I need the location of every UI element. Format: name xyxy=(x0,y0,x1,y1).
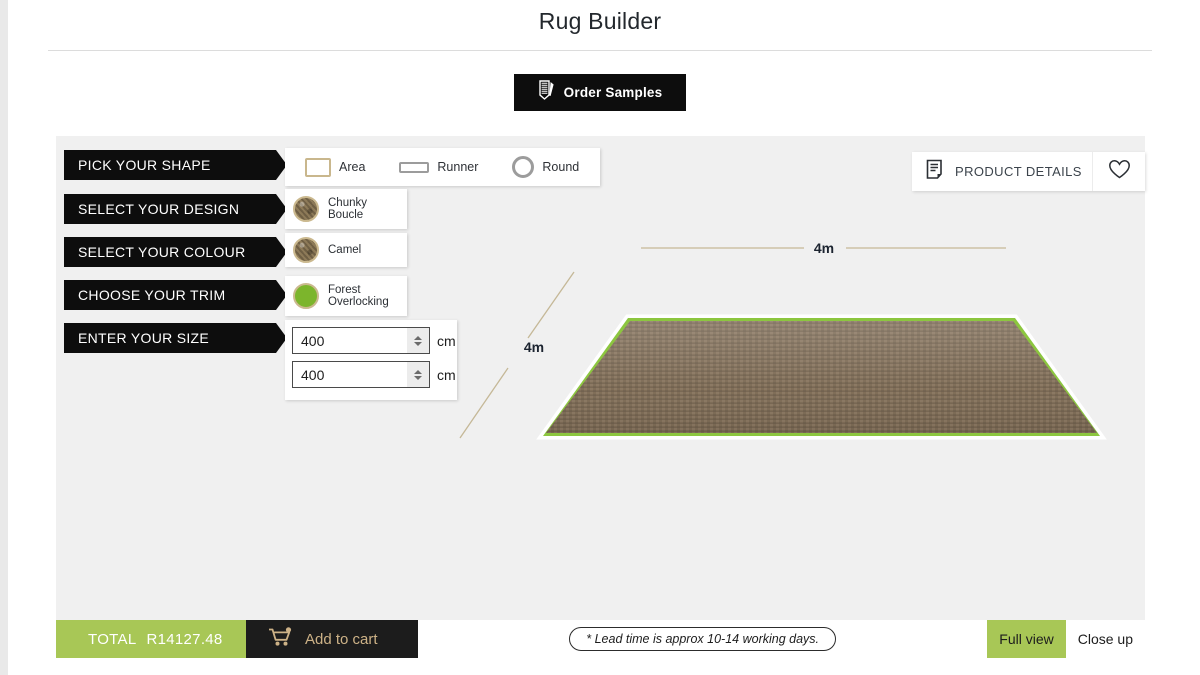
circle-icon xyxy=(512,156,535,178)
colour-swatch-label: Camel xyxy=(328,243,362,256)
product-details-label: PRODUCT DETAILS xyxy=(955,164,1082,179)
page-right-margin xyxy=(1162,0,1200,675)
step-label-size[interactable]: ENTER YOUR SIZE xyxy=(64,323,287,353)
width-input-row: 400 cm xyxy=(292,327,457,354)
order-samples-label: Order Samples xyxy=(563,85,663,100)
order-samples-button[interactable]: Order Samples xyxy=(514,74,686,111)
top-dimension-label: 4m xyxy=(814,240,834,256)
step-shape-text: PICK YOUR SHAPE xyxy=(78,157,211,173)
total-label: TOTAL xyxy=(88,630,137,648)
trim-line2: Overlocking xyxy=(328,296,389,308)
length-value: 400 xyxy=(301,366,325,383)
width-value: 400 xyxy=(301,332,325,349)
design-line2: Boucle xyxy=(328,209,364,221)
rectangle-icon xyxy=(305,157,331,177)
design-swatch-row[interactable]: Chunky Boucle xyxy=(285,189,407,229)
length-stepper[interactable] xyxy=(407,362,429,387)
step-size-text: ENTER YOUR SIZE xyxy=(78,330,210,346)
chevron-up-icon[interactable] xyxy=(414,369,422,374)
shape-runner-label: Runner xyxy=(437,160,479,174)
trim-swatch-label: Forest Overlocking xyxy=(328,284,389,309)
chevron-down-icon[interactable] xyxy=(414,375,422,380)
shape-selector-bar: Area Runner Round xyxy=(285,148,600,186)
footer-bar: TOTAL R14127.48 Add to cart * Lead time … xyxy=(56,620,1145,658)
step-label-design[interactable]: SELECT YOUR DESIGN xyxy=(64,194,287,224)
document-icon xyxy=(926,159,945,185)
product-details-group: PRODUCT DETAILS xyxy=(912,152,1145,191)
shape-round-label: Round xyxy=(542,160,580,174)
lead-time-wrap: * Lead time is approx 10-14 working days… xyxy=(418,620,987,658)
trim-line1: Forest xyxy=(328,283,361,296)
shape-option-round[interactable]: Round xyxy=(512,156,579,178)
shape-area-label: Area xyxy=(339,160,366,174)
header-divider xyxy=(48,50,1152,51)
heart-icon xyxy=(1108,159,1131,185)
design-swatch-icon xyxy=(293,196,319,222)
step-trim-text: CHOOSE YOUR TRIM xyxy=(78,287,226,303)
full-view-button[interactable]: Full view xyxy=(987,620,1066,658)
total-value: R14127.48 xyxy=(146,630,223,648)
design-swatch-label: Chunky Boucle xyxy=(328,197,367,222)
lead-time-note: * Lead time is approx 10-14 working days… xyxy=(569,627,837,651)
width-input[interactable]: 400 xyxy=(292,327,430,354)
step-colour-text: SELECT YOUR COLOUR xyxy=(78,244,246,260)
step-design-text: SELECT YOUR DESIGN xyxy=(78,201,240,217)
length-input-row: 400 cm xyxy=(292,361,457,388)
rug-sample-icon xyxy=(538,80,555,105)
rug-builder-page: Rug Builder Order Samples 4m 4m PICK YOU… xyxy=(0,0,1200,675)
page-left-margin xyxy=(0,0,8,675)
wishlist-button[interactable] xyxy=(1092,152,1145,191)
size-input-panel: 400 cm 400 cm xyxy=(285,320,457,400)
view-toggle-group: Full view Close up xyxy=(987,620,1145,658)
product-details-button[interactable]: PRODUCT DETAILS xyxy=(912,152,1092,191)
shape-option-runner[interactable]: Runner xyxy=(399,160,478,174)
width-stepper[interactable] xyxy=(407,328,429,353)
width-unit: cm xyxy=(437,332,456,349)
rug-shape xyxy=(536,314,1107,440)
step-label-colour[interactable]: SELECT YOUR COLOUR xyxy=(64,237,287,267)
total-block: TOTAL R14127.48 xyxy=(56,620,246,658)
shape-option-area[interactable]: Area xyxy=(305,157,366,177)
length-unit: cm xyxy=(437,366,456,383)
side-dimension-label: 4m xyxy=(524,339,544,355)
design-line1: Chunky xyxy=(328,196,367,209)
add-to-cart-button[interactable]: Add to cart xyxy=(246,620,418,658)
chevron-down-icon[interactable] xyxy=(414,341,422,346)
shopping-cart-icon xyxy=(268,627,293,651)
builder-panel: 4m 4m PICK YOUR SHAPE SELECT YOUR DESIGN xyxy=(56,136,1145,620)
close-up-button[interactable]: Close up xyxy=(1066,620,1145,658)
colour-swatch-row[interactable]: Camel xyxy=(285,233,407,267)
chevron-up-icon[interactable] xyxy=(414,335,422,340)
length-input[interactable]: 400 xyxy=(292,361,430,388)
page-title: Rug Builder xyxy=(538,8,662,34)
add-to-cart-label: Add to cart xyxy=(305,630,378,648)
step-label-trim[interactable]: CHOOSE YOUR TRIM xyxy=(64,280,287,310)
runner-rectangle-icon xyxy=(399,161,430,173)
trim-swatch-row[interactable]: Forest Overlocking xyxy=(285,276,407,316)
step-label-shape[interactable]: PICK YOUR SHAPE xyxy=(64,150,287,180)
trim-swatch-icon xyxy=(293,283,319,309)
colour-swatch-icon xyxy=(293,237,319,263)
